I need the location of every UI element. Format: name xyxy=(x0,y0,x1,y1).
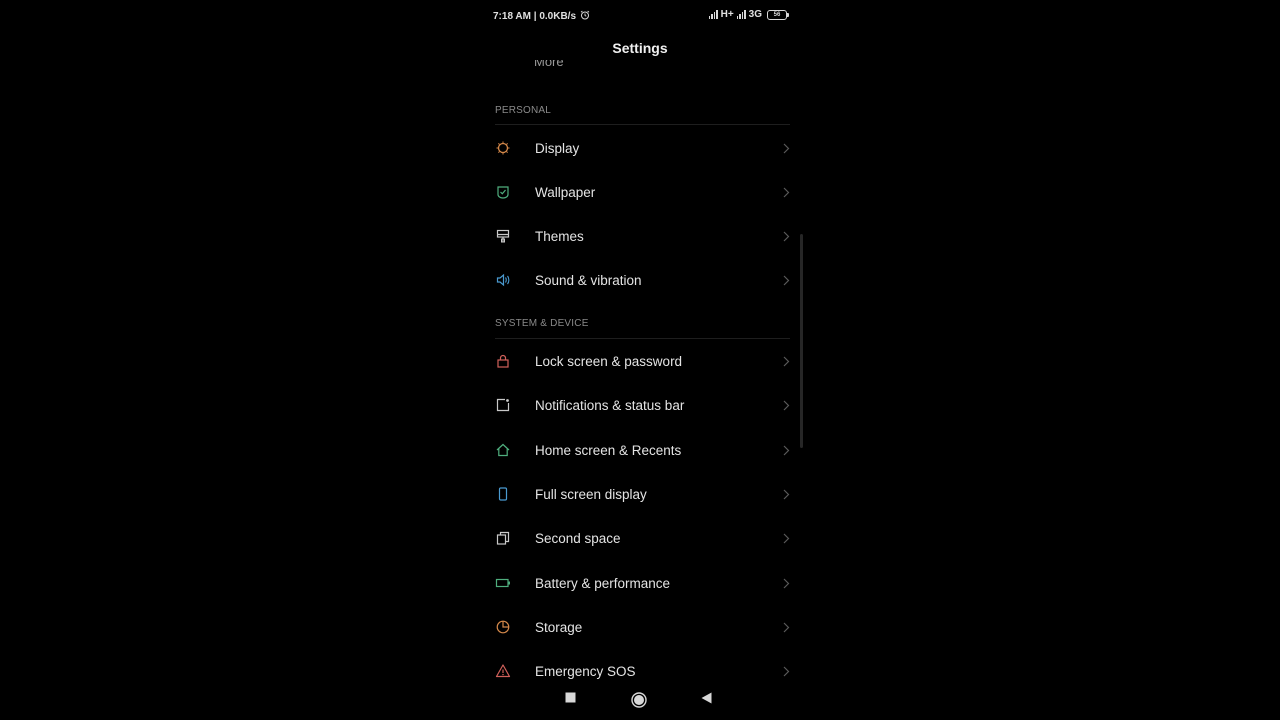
status-time: 7:18 AM | 0.0KB/s xyxy=(493,11,577,22)
navigation-bar xyxy=(480,686,800,716)
notifications-icon xyxy=(494,396,512,414)
battery-icon xyxy=(494,574,512,592)
settings-item-label: Battery & performance xyxy=(535,575,671,591)
chevron-right-icon xyxy=(783,400,790,411)
wallpaper-icon xyxy=(494,183,512,201)
signal-icon xyxy=(708,10,718,19)
chevron-right-icon xyxy=(783,666,790,677)
themes-icon xyxy=(494,227,512,245)
scrollbar[interactable] xyxy=(800,234,803,448)
phone-icon xyxy=(494,485,512,503)
chevron-right-icon xyxy=(783,143,790,154)
second-space-icon xyxy=(494,529,512,547)
divider xyxy=(495,124,790,125)
signal-icon xyxy=(736,10,746,19)
status-bar: 7:18 AM | 0.0KB/s H+ 3G 56 xyxy=(480,0,800,30)
lock-icon xyxy=(494,352,512,370)
network-type-2: 3G xyxy=(748,9,762,20)
settings-item-storage[interactable]: Storage xyxy=(480,605,800,649)
settings-item-second-space[interactable]: Second space xyxy=(480,516,800,560)
settings-item-display[interactable]: Display xyxy=(480,126,800,170)
section-header-personal: PERSONAL xyxy=(495,105,552,116)
section-header-system: SYSTEM & DEVICE xyxy=(495,318,589,329)
sound-icon xyxy=(494,271,512,289)
settings-item-battery[interactable]: Battery & performance xyxy=(480,561,800,605)
back-button[interactable] xyxy=(701,692,712,704)
chevron-right-icon xyxy=(783,275,790,286)
settings-item-label: Storage xyxy=(535,619,583,635)
display-icon xyxy=(494,139,512,157)
settings-item-label: Themes xyxy=(535,228,584,244)
alarm-icon xyxy=(580,10,590,23)
settings-item-label: Second space xyxy=(535,530,621,546)
emergency-icon xyxy=(494,662,512,680)
chevron-right-icon xyxy=(783,231,790,242)
settings-item-label: Lock screen & password xyxy=(535,353,683,369)
settings-item-label: Notifications & status bar xyxy=(535,397,685,413)
chevron-right-icon xyxy=(783,622,790,633)
chevron-right-icon xyxy=(783,356,790,367)
settings-item-themes[interactable]: Themes xyxy=(480,214,800,258)
network-type-1: H+ xyxy=(720,9,734,20)
settings-item-wallpaper[interactable]: Wallpaper xyxy=(480,170,800,214)
settings-item-lock-screen[interactable]: Lock screen & password xyxy=(480,339,800,383)
settings-item-full-screen[interactable]: Full screen display xyxy=(480,472,800,516)
list-item-clipped[interactable]: More xyxy=(534,60,564,74)
square-icon xyxy=(565,692,576,703)
settings-item-label: Wallpaper xyxy=(535,184,596,200)
settings-screen: 7:18 AM | 0.0KB/s H+ 3G 56 Settings More… xyxy=(480,0,800,720)
settings-item-sound[interactable]: Sound & vibration xyxy=(480,258,800,302)
settings-item-home-screen[interactable]: Home screen & Recents xyxy=(480,428,800,472)
chevron-right-icon xyxy=(783,533,790,544)
home-icon xyxy=(494,441,512,459)
settings-item-label: Emergency SOS xyxy=(535,663,636,679)
settings-item-label: Sound & vibration xyxy=(535,272,642,288)
battery-status-icon: 56 xyxy=(767,9,789,20)
settings-item-label: Display xyxy=(535,140,580,156)
chevron-right-icon xyxy=(783,489,790,500)
settings-item-label: Full screen display xyxy=(535,486,647,502)
page-title: Settings xyxy=(612,40,668,56)
settings-item-notifications[interactable]: Notifications & status bar xyxy=(480,383,800,427)
chevron-right-icon xyxy=(783,187,790,198)
home-button[interactable] xyxy=(631,692,647,708)
recents-button[interactable] xyxy=(565,692,576,703)
chevron-right-icon xyxy=(783,578,790,589)
storage-icon xyxy=(494,618,512,636)
chevron-right-icon xyxy=(783,445,790,456)
circle-icon xyxy=(631,692,647,708)
settings-item-label: Home screen & Recents xyxy=(535,442,682,458)
back-triangle-icon xyxy=(701,692,712,704)
